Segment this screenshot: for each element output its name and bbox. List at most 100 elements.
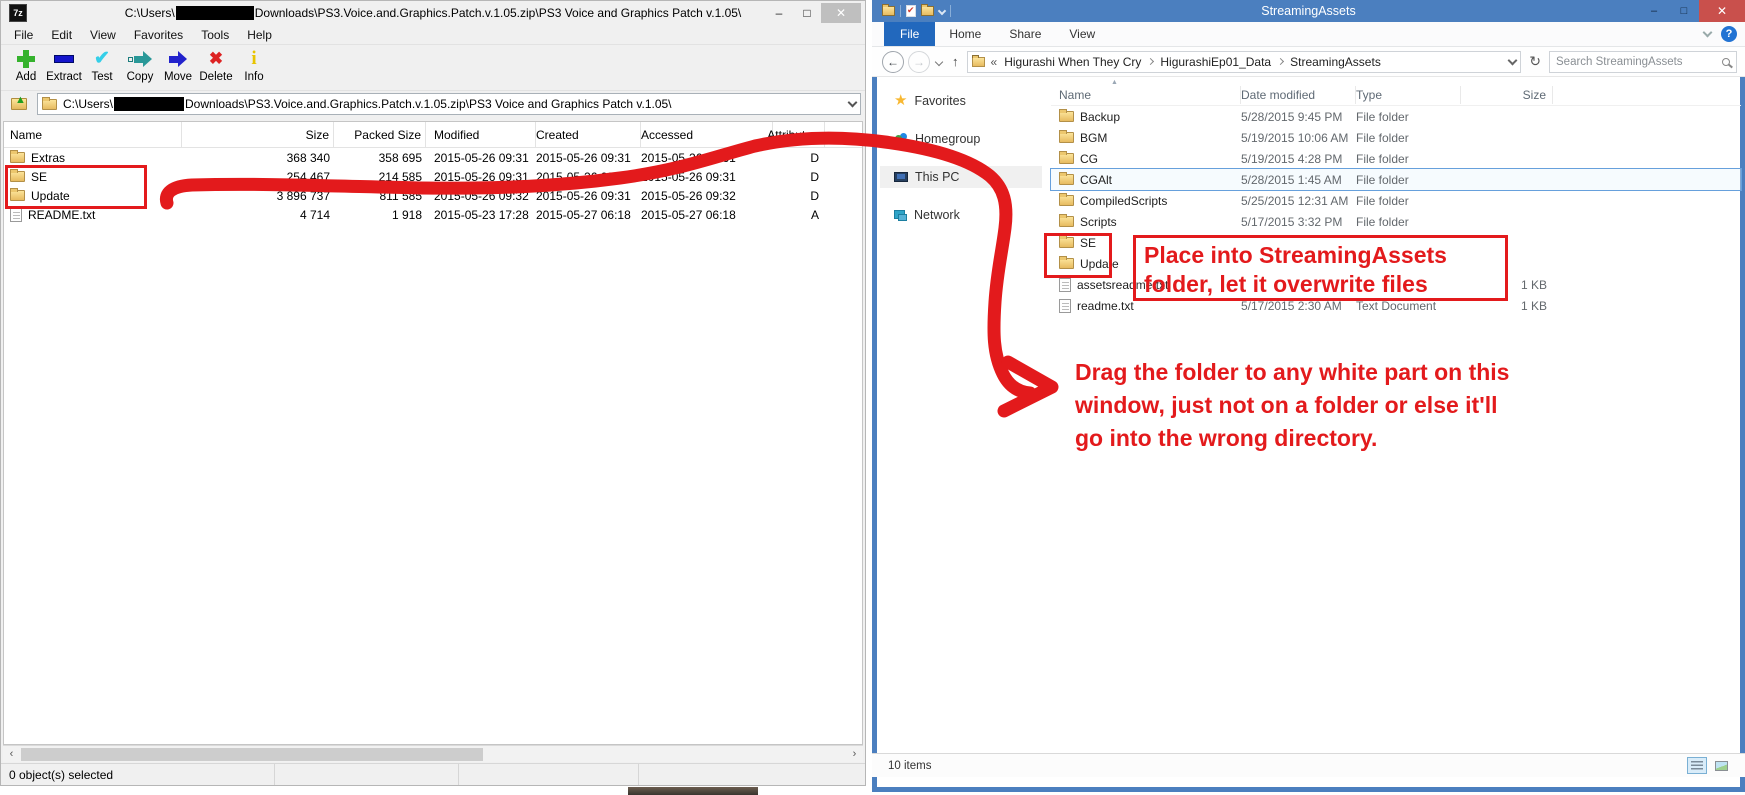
extract-button[interactable]: Extract [45,48,83,83]
test-icon: ✔ [94,49,110,69]
tab-view[interactable]: View [1055,23,1109,45]
details-view-button[interactable] [1687,757,1707,774]
new-folder-icon[interactable] [921,6,934,16]
list-item[interactable]: CG 5/19/2015 4:28 PM File folder [1051,148,1741,169]
column-header-accessed[interactable]: Accessed [641,122,773,147]
explorer-titlebar: StreamingAssets – □ ✕ [872,0,1745,22]
annotation-line: Place into StreamingAssets [1144,241,1497,270]
column-header-size[interactable]: Size [1461,86,1553,104]
large-icons-view-button[interactable] [1711,757,1731,774]
refresh-button[interactable]: ↻ [1525,53,1545,70]
breadcrumb-separator-icon [1277,58,1284,65]
close-button[interactable]: ✕ [1699,0,1745,22]
close-button[interactable]: ✕ [821,3,861,23]
folder-icon [1059,153,1074,164]
title-path-prefix: C:\Users\ [125,6,175,20]
address-combobox[interactable]: C:\Users\Downloads\PS3.Voice.and.Graphic… [37,93,861,115]
column-header-date-modified[interactable]: Date modified [1241,86,1356,104]
menu-help[interactable]: Help [238,26,281,44]
scroll-left-arrow[interactable]: ‹ [3,748,20,760]
copy-button[interactable]: Copy [121,48,159,83]
maximize-button[interactable]: □ [1669,0,1699,22]
scrollbar-thumb[interactable] [21,748,483,761]
tab-home[interactable]: Home [935,23,995,45]
list-item[interactable]: BGM 5/19/2015 10:06 AM File folder [1051,127,1741,148]
info-button[interactable]: i Info [235,48,273,83]
screenshot-canvas: 7z C:\Users\Downloads\PS3.Voice.and.Grap… [0,0,1745,795]
move-button[interactable]: Move [159,48,197,83]
breadcrumb-item[interactable]: HigurashiEp01_Data [1160,55,1271,69]
properties-check-icon[interactable] [906,5,916,17]
menu-favorites[interactable]: Favorites [125,26,192,44]
up-directory-button[interactable]: ▲ [7,93,31,115]
list-item[interactable]: CompiledScripts 5/25/2015 12:31 AM File … [1051,190,1741,211]
test-button[interactable]: ✔ Test [83,48,121,83]
taskbar-sliver [628,787,758,795]
help-icon[interactable]: ? [1721,26,1737,42]
search-input[interactable]: Search StreamingAssets [1549,51,1737,73]
column-header-name[interactable]: Name [1051,86,1241,104]
scroll-right-arrow[interactable]: › [846,748,863,760]
minimize-button[interactable]: – [765,3,793,23]
add-button[interactable]: Add [7,48,45,83]
horizontal-scrollbar[interactable]: ‹ › [3,745,863,762]
folder-icon [1059,132,1074,143]
annotation-box-right-se-update [1044,233,1112,278]
forward-button[interactable]: → [908,51,930,73]
breadcrumb-collapse[interactable]: « [991,55,998,69]
tab-share[interactable]: Share [995,23,1055,45]
menu-edit[interactable]: Edit [42,26,81,44]
sidebar-item-network[interactable]: Network [880,204,1042,226]
menu-view[interactable]: View [81,26,125,44]
annotation-line: window, just not on a folder or else it'… [1075,389,1509,422]
redaction-box [114,97,184,111]
ribbon-tabs: File Home Share View ? [872,22,1745,47]
ribbon-collapse-icon[interactable] [1703,28,1713,38]
folder-icon[interactable] [882,6,895,16]
sort-ascending-icon: ▲ [1111,79,1118,86]
sevenzip-statusbar: 0 object(s) selected [1,763,865,785]
text-file-icon [10,208,22,222]
minimize-button[interactable]: – [1639,0,1669,22]
breadcrumb-item[interactable]: StreamingAssets [1290,55,1381,69]
address-dropdown-icon[interactable] [1508,55,1518,65]
homegroup-icon [894,133,908,145]
tab-file[interactable]: File [884,22,935,46]
annotation-line: folder, let it overwrite files [1144,270,1497,299]
maximize-button[interactable]: □ [793,3,821,23]
list-header: Name Size Packed Size Modified Created A… [4,122,862,148]
up-button[interactable]: ↑ [948,54,963,69]
breadcrumb-separator-icon [1147,58,1154,65]
column-header-created[interactable]: Created [536,122,641,147]
sidebar-item-homegroup[interactable]: Homegroup [880,128,1042,150]
column-header-name[interactable]: Name [4,122,182,147]
list-item-selected[interactable]: CGAlt 5/28/2015 1:45 AM File folder [1051,169,1741,190]
sidebar-item-this-pc[interactable]: This PC [880,166,1042,188]
menu-file[interactable]: File [5,26,42,44]
history-dropdown-icon[interactable] [935,57,943,65]
back-button[interactable]: ← [882,51,904,73]
column-header-size[interactable]: Size [182,122,334,147]
list-header: ▲ Name Date modified Type Size [1051,84,1741,106]
column-header-modified[interactable]: Modified [426,122,536,147]
column-header-type[interactable]: Type [1356,86,1461,104]
thumbnail-view-icon [1715,761,1728,771]
menu-tools[interactable]: Tools [192,26,238,44]
sevenzip-title: C:\Users\Downloads\PS3.Voice.and.Graphic… [1,6,865,21]
breadcrumb[interactable]: « Higurashi When They Cry HigurashiEp01_… [967,51,1522,73]
sidebar-item-favorites[interactable]: ★ Favorites [880,90,1042,112]
details-view-icon [1691,761,1703,771]
column-header-packed-size[interactable]: Packed Size [334,122,426,147]
list-item[interactable]: Scripts 5/17/2015 3:32 PM File folder [1051,211,1741,232]
breadcrumb-item[interactable]: Higurashi When They Cry [1004,55,1141,69]
column-header-attributes[interactable]: Attributes [773,122,825,147]
folder-icon [1059,216,1074,227]
list-item[interactable]: Backup 5/28/2015 9:45 PM File folder [1051,106,1741,127]
delete-button[interactable]: ✖ Delete [197,48,235,83]
folder-icon [972,57,985,67]
selection-status: 0 object(s) selected [1,768,274,782]
chevron-down-icon[interactable] [848,98,858,108]
chevron-down-icon[interactable] [938,7,946,15]
folder-up-icon: ▲ [11,98,27,110]
text-file-icon [1059,299,1071,313]
